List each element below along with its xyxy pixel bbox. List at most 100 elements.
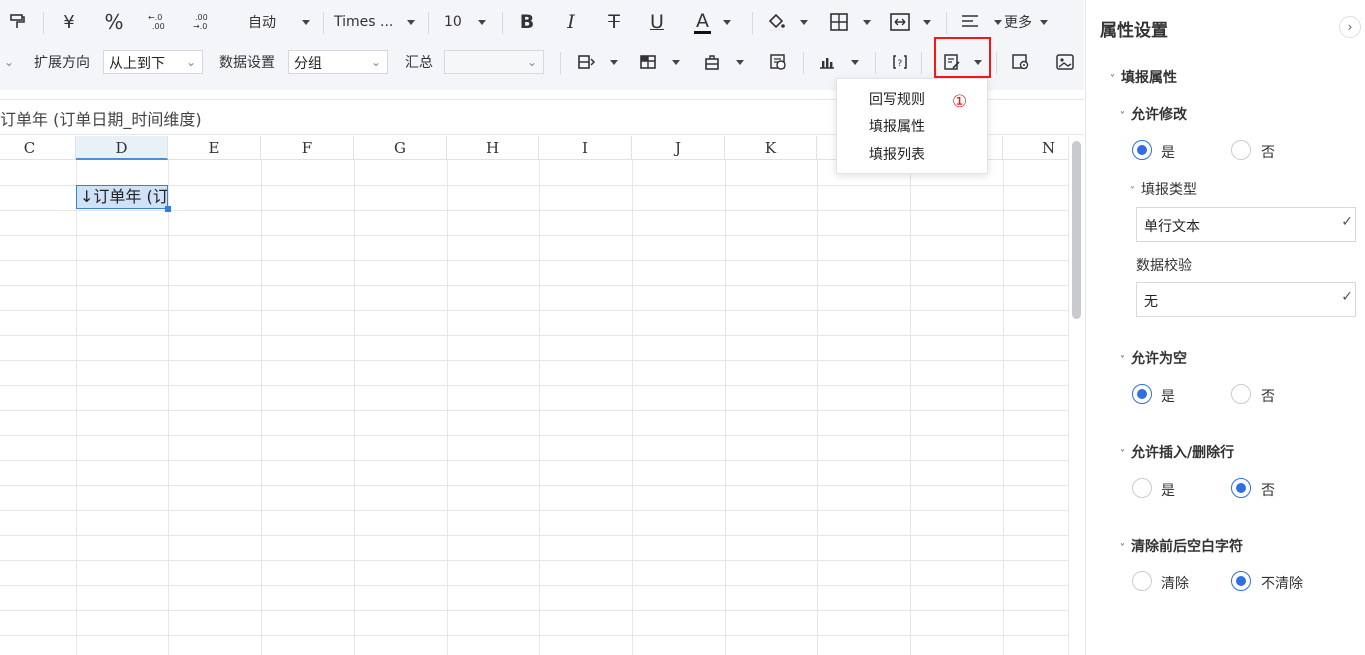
grid-row-line <box>0 210 1068 211</box>
chevron-down-icon <box>994 19 1002 25</box>
fill-color-button[interactable] <box>766 10 814 34</box>
toolbar: ¥ % ←.0.00 .00 →.0 自动 Times ... 10 B I T … <box>0 0 1084 90</box>
allow-modify-no-radio[interactable] <box>1231 140 1251 160</box>
group-allow-insert-delete[interactable]: ˅ 允许插入/删除行 <box>1120 442 1234 462</box>
image-icon <box>1056 54 1074 70</box>
data-setting-value: 分组 <box>294 56 322 72</box>
merge-cells-button[interactable] <box>889 10 937 34</box>
spreadsheet-grid[interactable]: C D E F G H I J K L M N <box>0 136 1068 655</box>
grid-row-line <box>0 460 1068 461</box>
increase-decimal-icon[interactable]: ←.0.00 <box>144 10 170 34</box>
column-header-c[interactable]: C <box>0 136 76 160</box>
decrease-decimal-icon[interactable]: .00 →.0 <box>188 10 214 34</box>
scrollbar-thumb[interactable] <box>1072 141 1081 319</box>
prev-select-chevron[interactable]: ⌄ <box>0 50 18 74</box>
font-color-icon: A <box>694 9 711 34</box>
bold-button[interactable]: B <box>514 10 540 34</box>
chevron-down-icon <box>723 19 731 25</box>
data-validation-select[interactable]: 无 ✓ <box>1136 282 1356 317</box>
percent-symbol: % <box>104 10 124 34</box>
toolbar-divider <box>921 52 922 74</box>
merge-cells-icon <box>890 13 910 31</box>
condition-button[interactable] <box>765 50 791 74</box>
column-header-n[interactable]: N <box>1003 136 1068 160</box>
column-header-j[interactable]: J <box>632 136 725 160</box>
chevron-right-icon: › <box>1347 20 1353 34</box>
percent-icon[interactable]: % <box>100 10 128 34</box>
trim-whitespace-clear-radio[interactable] <box>1132 571 1152 591</box>
font-size-select[interactable]: 10 <box>438 10 494 34</box>
group-trim-whitespace[interactable]: ˅ 清除前后空白字符 <box>1120 536 1243 556</box>
chart-button[interactable] <box>817 50 867 74</box>
data-setting-select[interactable]: 分组 ⌄ <box>288 50 388 74</box>
number-format-select[interactable]: 自动 <box>240 10 320 34</box>
highlight-box-toolbar <box>934 37 991 78</box>
trim-whitespace-keep-label: 不清除 <box>1261 576 1303 592</box>
menu-item-writeback-rule[interactable]: 回写规则 <box>869 89 925 109</box>
cell-settings-button[interactable] <box>1008 50 1034 74</box>
column-header-e[interactable]: E <box>168 136 261 160</box>
settings-icon <box>1012 54 1029 70</box>
grid-row-line <box>0 635 1068 636</box>
svg-text:?: ? <box>898 59 903 69</box>
fill-type-select[interactable]: 单行文本 ✓ <box>1136 207 1356 242</box>
menu-item-fill-list[interactable]: 填报列表 <box>869 144 925 164</box>
properties-panel: 属性设置 › ˅ 填报属性 ˅ 允许修改 是 否 ˅ 填报类型 单行文本 ✓ 数据校验… <box>1085 0 1365 655</box>
column-header-h[interactable]: H <box>447 136 539 160</box>
insert-row-button[interactable] <box>576 50 626 74</box>
grid-row-line <box>0 535 1068 536</box>
column-header-g[interactable]: G <box>354 136 447 160</box>
italic-button[interactable]: I <box>558 10 584 34</box>
vertical-scrollbar[interactable] <box>1068 136 1084 655</box>
font-color-button[interactable]: A <box>690 8 742 36</box>
chevron-down-icon <box>851 59 859 65</box>
font-family-label: Times ... <box>334 14 394 30</box>
column-header-f[interactable]: F <box>261 136 354 160</box>
format-painter-icon[interactable] <box>4 10 30 34</box>
grid-row-line <box>0 360 1068 361</box>
selected-cell[interactable]: ↓订单年 (订 <box>76 185 168 209</box>
column-header-d[interactable]: D <box>76 136 168 160</box>
currency-icon[interactable]: ¥ <box>57 10 81 34</box>
svg-text:→.0: →.0 <box>193 22 207 31</box>
bar-chart-icon <box>820 58 834 69</box>
column-header-k[interactable]: K <box>725 136 817 160</box>
data-setting-label: 数据设置 <box>219 55 275 71</box>
paint-bucket-icon <box>768 13 785 31</box>
group-fill-type[interactable]: ˅ 填报类型 <box>1130 179 1197 199</box>
trim-whitespace-label: 清除前后空白字符 <box>1131 539 1243 555</box>
allow-empty-no-radio[interactable] <box>1231 384 1251 404</box>
data-validation-label: 数据校验 <box>1136 258 1192 274</box>
summary-select[interactable]: ⌄ <box>444 50 544 74</box>
allow-insert-delete-yes-radio[interactable] <box>1132 478 1152 498</box>
formula-placeholder-button[interactable]: ? <box>887 50 913 74</box>
menu-item-fill-properties[interactable]: 填报属性 <box>869 116 925 136</box>
allow-insert-delete-no-radio[interactable] <box>1231 478 1251 498</box>
font-family-select[interactable]: Times ... <box>330 10 422 34</box>
trim-whitespace-keep-radio[interactable] <box>1231 571 1251 591</box>
section-fill-properties[interactable]: ˅ 填报属性 <box>1110 67 1177 87</box>
group-allow-modify[interactable]: ˅ 允许修改 <box>1120 104 1187 124</box>
allow-modify-yes-radio[interactable] <box>1132 140 1152 160</box>
allow-insert-delete-label: 允许插入/删除行 <box>1131 445 1235 461</box>
column-header-i[interactable]: I <box>539 136 632 160</box>
strikethrough-button[interactable]: T <box>601 10 627 34</box>
collapse-panel-button[interactable]: › <box>1339 16 1361 38</box>
chevron-down-icon: ˅ <box>1120 355 1125 366</box>
align-button[interactable]: 更多 <box>960 10 1056 34</box>
underline-button[interactable]: U <box>644 10 670 34</box>
group-allow-empty[interactable]: ˅ 允许为空 <box>1120 348 1187 368</box>
table-layout-button[interactable] <box>638 50 688 74</box>
expand-direction-select[interactable]: 从上到下 ⌄ <box>103 50 203 74</box>
image-button[interactable] <box>1052 50 1078 74</box>
data-validation-value: 无 <box>1144 294 1158 310</box>
grid-row-line <box>0 335 1068 336</box>
widget-button[interactable] <box>702 50 752 74</box>
chevron-down-icon <box>736 59 744 65</box>
fill-handle[interactable] <box>165 206 171 212</box>
allow-empty-yes-radio[interactable] <box>1132 384 1152 404</box>
chevron-down-icon <box>923 19 931 25</box>
chevron-down-icon: ˅ <box>1110 74 1115 85</box>
border-button[interactable] <box>829 10 877 34</box>
chevron-down-icon <box>800 19 808 25</box>
